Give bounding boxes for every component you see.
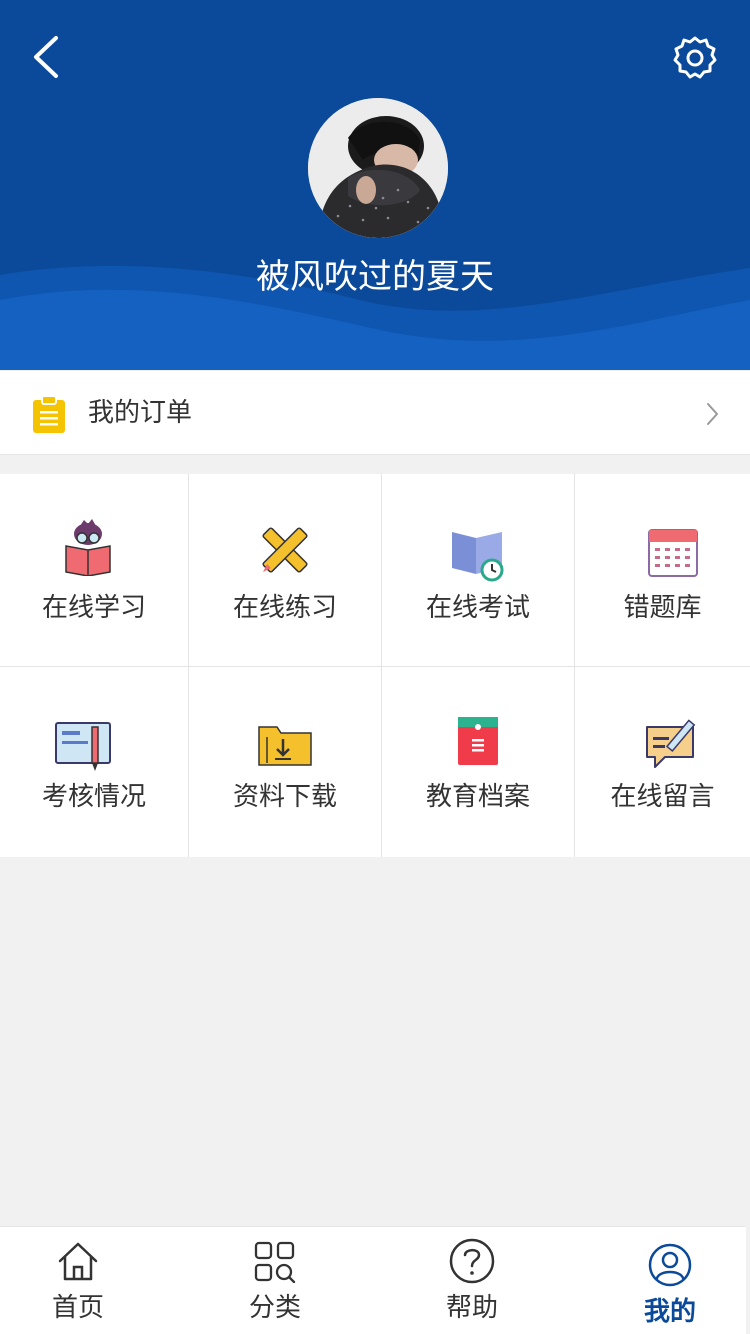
clipboard-icon — [33, 395, 65, 433]
feature-online-learning[interactable]: 在线学习 — [0, 474, 188, 665]
tab-label: 首页 — [51, 1293, 104, 1323]
message-edit-icon — [646, 719, 696, 768]
form-pen-icon — [55, 722, 111, 771]
home-icon — [58, 1242, 98, 1281]
avatar-photo — [308, 98, 448, 238]
feature-grid: 在线学习 在线练习 在线考试 错题库 考核情况 资料下载 教育档案 在线留言 — [0, 474, 750, 857]
my-orders-row[interactable]: 我的订单 — [0, 371, 750, 455]
tab-home[interactable]: 首页 — [3, 1227, 153, 1334]
feature-label: 在线留言 — [610, 782, 715, 812]
folder-download-icon — [258, 726, 312, 766]
category-grid-icon — [254, 1241, 296, 1283]
feature-material-download[interactable]: 资料下载 — [189, 667, 381, 858]
feature-online-message[interactable]: 在线留言 — [575, 667, 750, 858]
feature-error-bank[interactable]: 错题库 — [575, 474, 750, 665]
gear-icon — [673, 36, 717, 79]
settings-button[interactable] — [670, 33, 720, 83]
feature-label: 考核情况 — [41, 782, 146, 812]
archive-file-icon — [458, 717, 498, 765]
book-clock-icon — [452, 532, 504, 582]
feature-assessment[interactable]: 考核情况 — [0, 667, 188, 858]
tab-mine[interactable]: 我的 — [595, 1227, 745, 1334]
feature-online-practice[interactable]: 在线练习 — [189, 474, 381, 665]
back-button[interactable] — [28, 32, 68, 82]
tab-label: 我的 — [643, 1297, 696, 1327]
pencil-ruler-icon — [262, 527, 308, 573]
profile-username: 被风吹过的夏天 — [256, 257, 494, 297]
profile-header: 被风吹过的夏天 — [0, 0, 750, 370]
tab-label: 帮助 — [445, 1293, 498, 1323]
user-icon — [648, 1243, 692, 1287]
feature-label: 教育档案 — [425, 782, 530, 812]
feature-label: 在线学习 — [41, 593, 146, 623]
my-orders-label: 我的订单 — [88, 398, 193, 428]
help-icon — [449, 1238, 495, 1284]
tab-label: 分类 — [248, 1293, 301, 1323]
avatar[interactable] — [308, 98, 448, 238]
feature-education-archive[interactable]: 教育档案 — [382, 667, 574, 858]
reading-student-icon — [65, 519, 111, 576]
chevron-right-icon — [707, 403, 718, 425]
tab-help[interactable]: 帮助 — [397, 1227, 547, 1334]
feature-label: 在线练习 — [232, 593, 337, 623]
feature-label: 错题库 — [623, 593, 702, 623]
bottom-tab-bar: 首页 分类 帮助 我的 — [0, 1226, 746, 1334]
calendar-icon — [648, 529, 698, 577]
feature-online-exam[interactable]: 在线考试 — [382, 474, 574, 665]
tab-category[interactable]: 分类 — [200, 1227, 350, 1334]
feature-label: 资料下载 — [232, 782, 337, 812]
chevron-left-icon — [34, 36, 58, 78]
feature-label: 在线考试 — [425, 593, 530, 623]
